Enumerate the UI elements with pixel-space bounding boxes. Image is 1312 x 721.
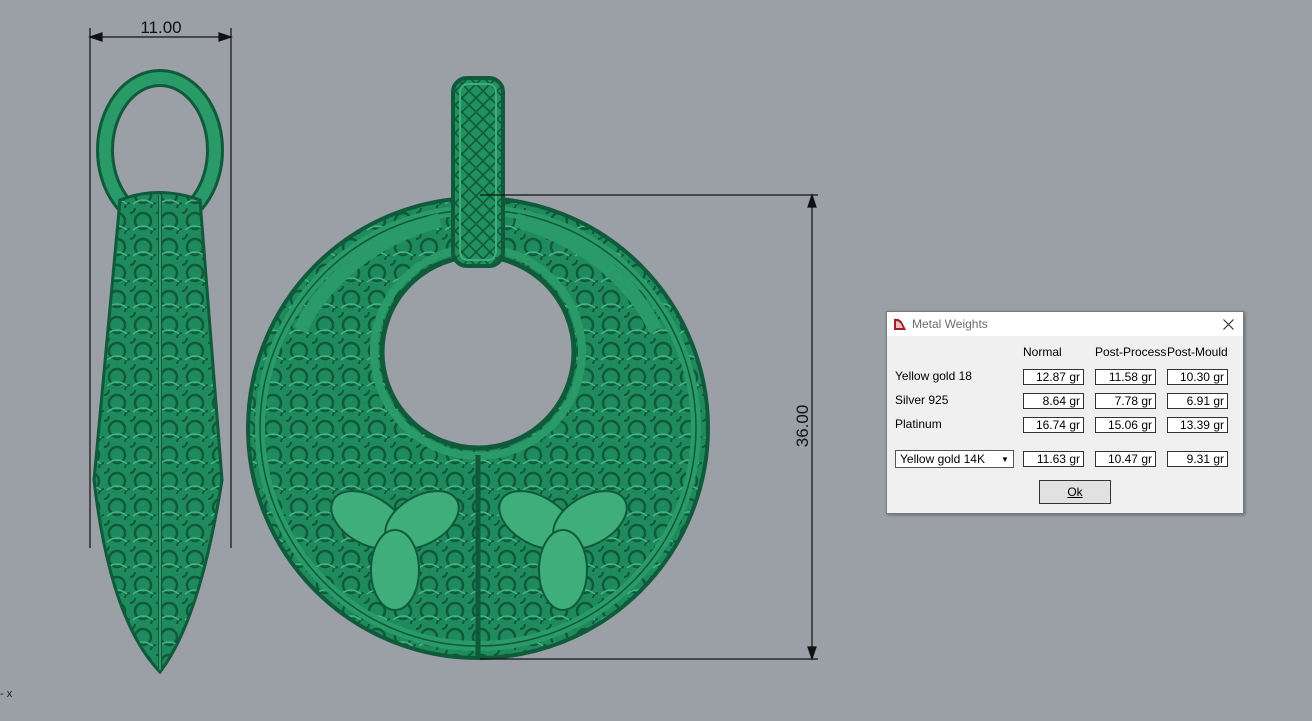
metal-select-dropdown[interactable]: Yellow gold 14K ▼	[895, 450, 1014, 468]
front-view-pendant	[246, 76, 710, 660]
selected-metal-normal-field[interactable]: 11.63 gr	[1023, 451, 1084, 467]
selected-metal-post-process-field[interactable]: 10.47 gr	[1095, 451, 1156, 467]
row-label-platinum: Platinum	[895, 417, 942, 431]
column-header-normal: Normal	[1023, 345, 1062, 359]
silver-925-normal-field[interactable]: 8.64 gr	[1023, 393, 1084, 409]
row-label-silver-925: Silver 925	[895, 393, 949, 407]
selected-metal-post-mould-field[interactable]: 9.31 gr	[1167, 451, 1228, 467]
ok-button[interactable]: Ok	[1039, 480, 1111, 504]
row-label-yellow-gold-18: Yellow gold 18	[895, 369, 972, 383]
axis-marker-label: x	[6, 688, 13, 700]
yellow-gold-18-post-process-field[interactable]: 11.58 gr	[1095, 369, 1156, 385]
close-icon	[1222, 318, 1234, 330]
yellow-gold-18-normal-field[interactable]: 12.87 gr	[1023, 369, 1084, 385]
app-icon	[894, 318, 906, 330]
metal-weights-dialog: Metal Weights Normal Post-Process Post-M…	[886, 311, 1244, 514]
silver-925-post-process-field[interactable]: 7.78 gr	[1095, 393, 1156, 409]
dialog-title: Metal Weights	[912, 317, 988, 331]
dialog-titlebar[interactable]: Metal Weights	[887, 312, 1243, 336]
chevron-down-icon: ▼	[1001, 454, 1009, 464]
side-view-pendant	[92, 69, 224, 675]
platinum-post-mould-field[interactable]: 13.39 gr	[1167, 417, 1228, 433]
height-dimension-label: 36.00	[793, 405, 812, 448]
column-header-post-process: Post-Process	[1095, 345, 1167, 359]
column-header-post-mould: Post-Mould	[1167, 345, 1228, 359]
axis-marker: - x	[0, 688, 13, 700]
width-dimension-label: 11.00	[140, 18, 181, 37]
close-button[interactable]	[1213, 312, 1243, 336]
metal-select-value: Yellow gold 14K	[900, 452, 985, 466]
platinum-normal-field[interactable]: 16.74 gr	[1023, 417, 1084, 433]
silver-925-post-mould-field[interactable]: 6.91 gr	[1167, 393, 1228, 409]
platinum-post-process-field[interactable]: 15.06 gr	[1095, 417, 1156, 433]
yellow-gold-18-post-mould-field[interactable]: 10.30 gr	[1167, 369, 1228, 385]
